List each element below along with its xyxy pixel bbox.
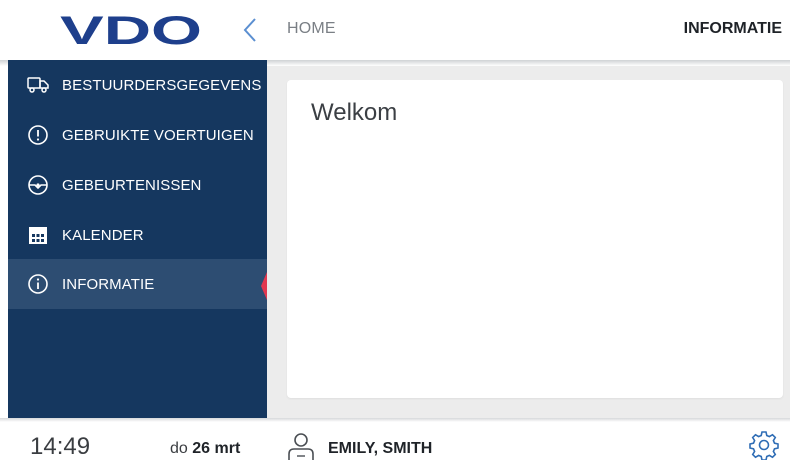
status-bar-divider <box>0 418 790 422</box>
welcome-heading: Welkom <box>311 99 398 126</box>
sidebar-item-informatie[interactable]: INFORMATIE <box>8 259 267 309</box>
sidebar-item-label: GEBEURTENISSEN <box>62 176 202 194</box>
info-circle-icon <box>27 273 49 295</box>
calendar-icon <box>27 224 49 246</box>
truck-icon <box>27 74 49 96</box>
svg-text:VDO: VDO <box>60 12 202 48</box>
back-chevron-icon[interactable] <box>238 16 262 44</box>
clock-time: 14:49 <box>30 433 91 460</box>
sidebar-item-gebruikte-voertuigen[interactable]: GEBRUIKTE VOERTUIGEN <box>8 110 267 160</box>
sidebar-item-label: BESTUURDERSGEGEVENS <box>62 76 262 94</box>
sidebar-item-label: KALENDER <box>62 226 144 244</box>
sidebar-item-kalender[interactable]: KALENDER <box>8 210 267 260</box>
driver-name[interactable]: EMILY, SMITH <box>328 440 432 458</box>
sidebar-item-bestuurdersgegevens[interactable]: BESTUURDERSGEGEVENS <box>8 60 267 110</box>
gear-icon[interactable] <box>749 430 779 460</box>
current-date: do 26 mrt <box>170 440 240 458</box>
steering-wheel-icon <box>27 174 49 196</box>
sidebar-item-label: GEBRUIKTE VOERTUIGEN <box>62 126 254 144</box>
warning-circle-icon <box>27 124 49 146</box>
vdo-logo: VDO <box>60 12 202 48</box>
sidebar: BESTUURDERSGEGEVENS GEBRUIKTE VOERTUIGEN… <box>8 60 267 418</box>
page-title: INFORMATIE <box>683 20 782 37</box>
day-abbreviation: do <box>170 440 188 457</box>
app-header: VDO HOME INFORMATIE <box>0 0 790 60</box>
user-icon <box>288 433 314 460</box>
welcome-card: Welkom <box>287 80 783 398</box>
sidebar-item-gebeurtenissen[interactable]: GEBEURTENISSEN <box>8 160 267 210</box>
date-value: 26 mrt <box>192 440 241 457</box>
sidebar-item-label: INFORMATIE <box>62 275 155 293</box>
breadcrumb-home[interactable]: HOME <box>287 20 336 38</box>
